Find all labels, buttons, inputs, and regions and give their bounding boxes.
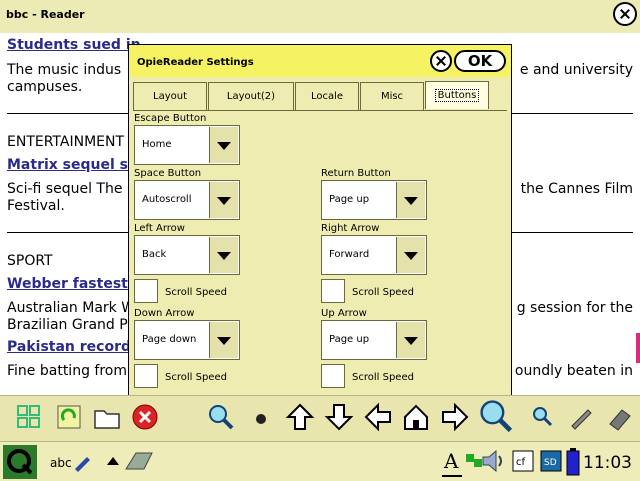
app-titlebar: bbc - Reader [0, 0, 640, 34]
clock[interactable]: 11:03 [583, 453, 632, 473]
arrow-up-icon[interactable] [285, 402, 315, 432]
dialog-titlebar: OpieReader Settings OK [129, 45, 511, 77]
up-scroll-speed-checkbox[interactable] [321, 364, 345, 388]
article-text: Sci-fi sequel The [7, 181, 123, 197]
return-button-select[interactable]: Page up [321, 180, 427, 220]
input-method-label[interactable]: abc [50, 456, 72, 470]
search-large-icon[interactable] [478, 398, 514, 434]
find-next-icon[interactable] [528, 402, 558, 432]
right-scroll-speed-checkbox[interactable] [321, 279, 345, 303]
settings-dialog: OpieReader Settings OK Layout Layout(2) … [128, 44, 512, 396]
left-scroll-speed-label: Scroll Speed [165, 287, 227, 298]
arrow-left-icon[interactable] [363, 402, 393, 432]
escape-button-label: Escape Button [134, 113, 207, 124]
scroll-marker [636, 333, 640, 363]
small-dot-icon[interactable] [246, 402, 276, 432]
start-menu-icon[interactable] [3, 445, 37, 479]
article-text: Australian Mark W [7, 300, 136, 316]
pen-icon[interactable] [566, 402, 596, 432]
chevron-down-icon [396, 182, 425, 218]
tab-layout[interactable]: Layout [133, 82, 207, 110]
article-text: e and university [519, 62, 633, 78]
cf-card-icon[interactable]: cf [512, 450, 534, 472]
chevron-down-icon [396, 237, 425, 273]
space-button-select[interactable]: Autoscroll [134, 180, 240, 220]
article-text: the Cannes Film [520, 181, 633, 197]
text-cursor-icon[interactable]: A [440, 448, 464, 478]
article-link-webber[interactable]: Webber fastest in [7, 276, 147, 292]
return-button-label: Return Button [321, 168, 391, 179]
arrow-down-icon[interactable] [324, 402, 354, 432]
refresh-document-icon[interactable] [54, 402, 84, 432]
eraser-icon[interactable] [604, 402, 634, 432]
right-scroll-speed-label: Scroll Speed [352, 287, 414, 298]
tab-misc[interactable]: Misc [360, 82, 424, 110]
right-arrow-select[interactable]: Forward [321, 235, 427, 275]
home-icon[interactable] [401, 402, 431, 432]
left-scroll-speed-checkbox[interactable] [134, 279, 158, 303]
dialog-close-button[interactable] [430, 50, 452, 72]
up-arrow-label: Up Arrow [321, 308, 367, 319]
volume-icon[interactable] [480, 448, 506, 474]
sd-card-icon[interactable]: SD [540, 450, 562, 472]
left-arrow-label: Left Arrow [134, 223, 185, 234]
up-arrow-select[interactable]: Page up [321, 320, 427, 360]
article-link-students[interactable]: Students sued in [7, 37, 141, 53]
pencil-icon[interactable] [72, 452, 92, 472]
down-scroll-speed-checkbox[interactable] [134, 364, 158, 388]
right-arrow-label: Right Arrow [321, 223, 380, 234]
tab-locale[interactable]: Locale [295, 82, 359, 110]
article-text: g session for the [516, 300, 633, 316]
arrow-right-icon[interactable] [440, 402, 470, 432]
svg-text:cf: cf [516, 457, 525, 468]
left-arrow-select[interactable]: Back [134, 235, 240, 275]
escape-button-select[interactable]: Home [134, 125, 240, 165]
open-folder-icon[interactable] [92, 402, 122, 432]
taskbar: abc A cf SD 11:03 [0, 441, 640, 481]
down-arrow-label: Down Arrow [134, 308, 195, 319]
article-text: The music indus [7, 62, 122, 78]
dialog-title: OpieReader Settings [137, 57, 254, 68]
close-app-button[interactable] [613, 2, 637, 26]
triangle-up-icon[interactable] [106, 454, 120, 468]
article-link-matrix[interactable]: Matrix sequel set [7, 157, 144, 173]
search-icon[interactable] [206, 402, 236, 432]
down-scroll-speed-label: Scroll Speed [165, 372, 227, 383]
dialog-ok-button[interactable]: OK [454, 50, 506, 72]
down-arrow-select[interactable]: Page down [134, 320, 240, 360]
article-text: Fine batting from [7, 363, 127, 379]
svg-text:SD: SD [544, 458, 557, 468]
svg-text:A: A [443, 449, 459, 473]
tab-underline [133, 110, 507, 111]
space-button-label: Space Button [134, 168, 202, 179]
chevron-down-icon [209, 322, 238, 358]
battery-icon[interactable] [566, 448, 580, 476]
book-icon[interactable] [124, 449, 154, 473]
grid-icon[interactable] [14, 402, 44, 432]
chevron-down-icon [209, 237, 238, 273]
chevron-down-icon [396, 322, 425, 358]
article-text: oundly beaten in [514, 363, 633, 379]
up-scroll-speed-label: Scroll Speed [352, 372, 414, 383]
tab-buttons[interactable]: Buttons [425, 81, 489, 109]
chevron-down-icon [209, 127, 238, 163]
tab-layout2[interactable]: Layout(2) [208, 82, 294, 110]
close-document-icon[interactable] [130, 402, 160, 432]
article-link-pakistan[interactable]: Pakistan record s [7, 339, 144, 355]
chevron-down-icon [209, 182, 238, 218]
app-title: bbc - Reader [6, 8, 85, 21]
reader-toolbar [0, 395, 640, 442]
